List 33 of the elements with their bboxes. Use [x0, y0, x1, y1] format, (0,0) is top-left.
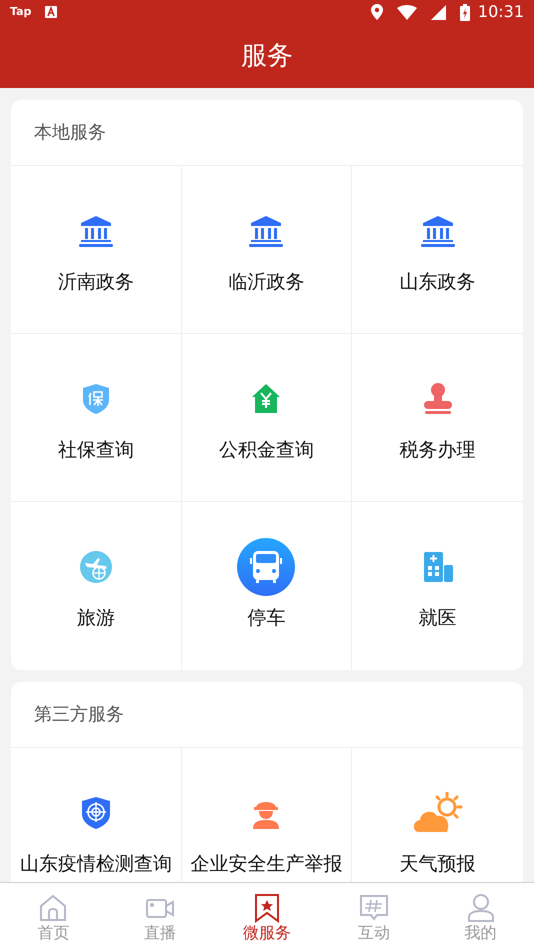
service-tile[interactable]: 沂南政务 — [11, 166, 182, 334]
home-icon — [38, 892, 68, 922]
hashtag-chat-icon — [358, 892, 389, 922]
plane-globe-icon — [78, 550, 113, 584]
battery-icon — [460, 4, 470, 20]
signal-icon — [430, 4, 446, 20]
service-tile[interactable]: 停车 — [182, 502, 352, 670]
nav-tab[interactable]: 微服务 — [214, 883, 320, 950]
wifi-icon — [396, 4, 417, 20]
shield-target-icon — [80, 796, 111, 830]
section-title: 本地服务 — [34, 121, 106, 145]
section-title: 第三方服务 — [34, 703, 124, 727]
location-icon — [370, 4, 383, 20]
service-tile[interactable]: 山东政务 — [352, 166, 523, 334]
user-icon — [466, 892, 496, 922]
app-label: Tap — [10, 4, 32, 20]
building-icon — [420, 214, 456, 248]
hospital-icon — [422, 551, 454, 583]
notification-icon — [45, 6, 58, 18]
building-icon — [78, 214, 114, 248]
bus-icon — [237, 538, 296, 596]
service-tile[interactable]: 天气预报 — [352, 748, 523, 882]
service-tile[interactable]: 社保查询 — [11, 334, 182, 502]
service-tile[interactable]: 税务办理 — [352, 334, 523, 502]
page-title: 服务 — [241, 40, 293, 72]
service-tile[interactable]: 临沂政务 — [182, 166, 352, 334]
service-tile[interactable]: 公积金查询 — [182, 334, 352, 502]
service-tile[interactable]: 就医 — [352, 502, 523, 670]
shield-icon — [82, 383, 110, 415]
building-icon — [248, 214, 284, 248]
stamp-icon — [422, 382, 453, 416]
clock: 10:31 — [478, 1, 524, 23]
service-tile[interactable]: 旅游 — [11, 502, 182, 670]
